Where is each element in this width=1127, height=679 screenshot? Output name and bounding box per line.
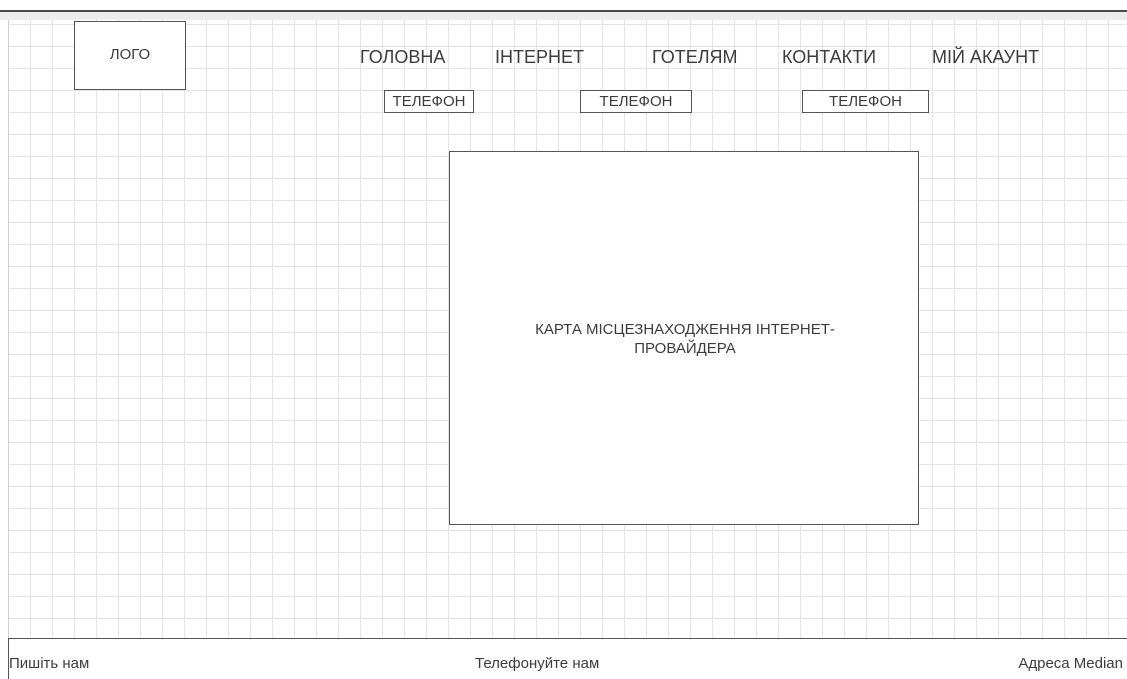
top-toolbar-strip (0, 0, 1127, 20)
nav-item-home[interactable]: ГОЛОВНА (360, 46, 445, 68)
phone-button-2[interactable]: ТЕЛЕФОН (580, 90, 692, 113)
phone-button-3[interactable]: ТЕЛЕФОН (802, 90, 929, 113)
footer-call-us[interactable]: Телефонуйте нам (475, 655, 599, 672)
logo-label: ЛОГО (109, 46, 151, 63)
nav-item-hotels[interactable]: ГОТЕЛЯМ (652, 46, 738, 68)
footer: Пишіть нам Телефонуйте нам Адреса Median (8, 638, 1127, 679)
nav-item-my-account[interactable]: МІЙ АКАУНТ (932, 46, 1039, 68)
phone-button-1[interactable]: ТЕЛЕФОН (384, 90, 474, 113)
nav-item-internet[interactable]: ІНТЕРНЕТ (495, 46, 584, 68)
phone-label: ТЕЛЕФОН (829, 93, 902, 110)
map-placeholder[interactable]: КАРТА МІСЦЕЗНАХОДЖЕННЯ ІНТЕРНЕТ-ПРОВАЙДЕ… (449, 151, 919, 525)
footer-address[interactable]: Адреса Median (1018, 655, 1123, 672)
footer-write-us[interactable]: Пишіть нам (9, 655, 89, 672)
phone-label: ТЕЛЕФОН (392, 93, 466, 110)
phone-label: ТЕЛЕФОН (599, 93, 673, 110)
nav-item-contacts[interactable]: КОНТАКТИ (782, 46, 876, 68)
map-label: КАРТА МІСЦЕЗНАХОДЖЕННЯ ІНТЕРНЕТ-ПРОВАЙДЕ… (535, 321, 835, 357)
logo-placeholder[interactable]: ЛОГО (74, 21, 186, 90)
